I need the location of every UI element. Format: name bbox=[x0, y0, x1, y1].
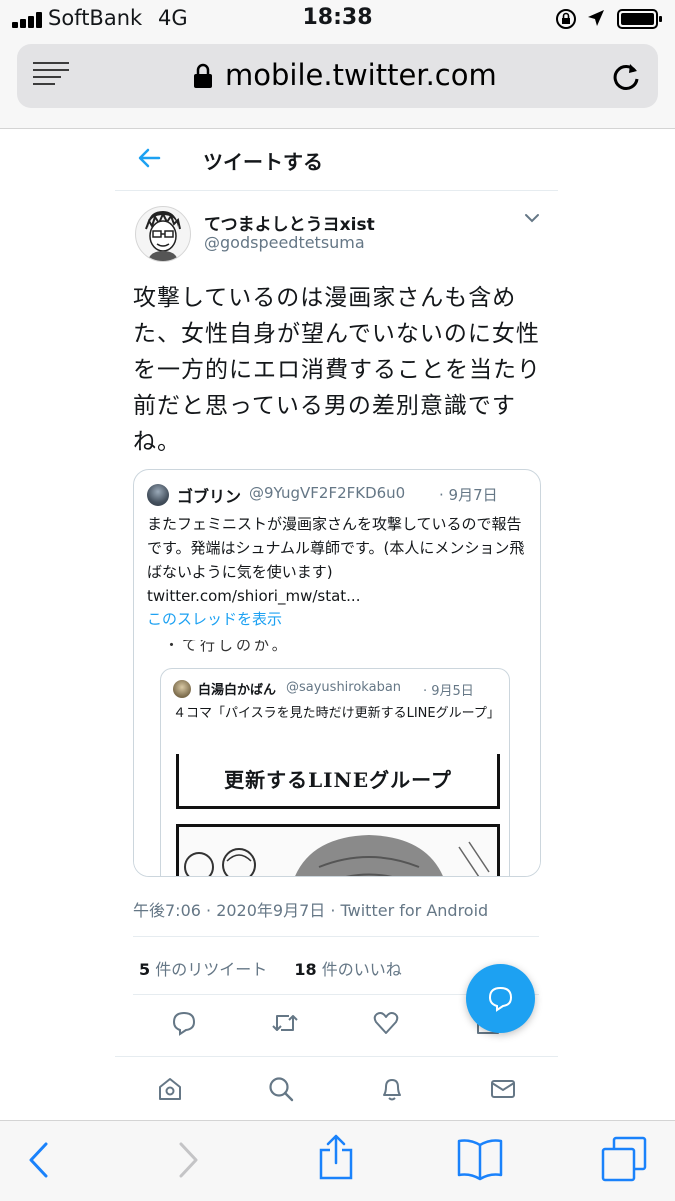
quoted-author-avatar bbox=[147, 484, 169, 506]
reader-menu-icon[interactable] bbox=[33, 62, 73, 92]
quoted-text: またフェミニストが漫画家さんを攻撃しているので報告です。発端はシュナムル尊師です… bbox=[147, 515, 525, 605]
bookmarks-icon[interactable] bbox=[456, 1137, 504, 1181]
lock-icon bbox=[194, 63, 212, 88]
like-label[interactable]: 件のいいね bbox=[322, 960, 402, 979]
reply-icon[interactable] bbox=[171, 1010, 197, 1036]
messages-icon[interactable] bbox=[489, 1075, 517, 1103]
author-name[interactable]: てつまよしとうヨxist bbox=[204, 210, 375, 235]
like-icon[interactable] bbox=[373, 1010, 399, 1036]
retweet-count[interactable]: 5 bbox=[139, 960, 150, 979]
manga-image: 更新するLINEグループ bbox=[161, 754, 509, 876]
tweet-timestamp: 午後7:06 · 2020年9月7日 · Twitter for Android bbox=[133, 901, 489, 920]
page-header: ツイートする bbox=[115, 128, 558, 191]
reload-icon[interactable] bbox=[611, 60, 641, 92]
notifications-icon[interactable] bbox=[378, 1075, 406, 1103]
url-text[interactable]: mobile.twitter.com bbox=[225, 58, 497, 92]
compose-icon bbox=[488, 986, 513, 1012]
browser-address-area: mobile.twitter.com bbox=[0, 38, 675, 129]
nested-author-name: 白湯白かばん bbox=[198, 683, 277, 698]
browser-toolbar bbox=[0, 1120, 675, 1201]
twitter-bottom-nav bbox=[115, 1056, 558, 1123]
nested-author-avatar bbox=[173, 680, 191, 698]
retweet-icon[interactable] bbox=[271, 1010, 299, 1036]
chevron-down-icon[interactable] bbox=[524, 212, 540, 224]
manga-title: 更新するLINEグループ bbox=[224, 768, 452, 792]
address-bar[interactable]: mobile.twitter.com bbox=[17, 44, 658, 108]
quoted-author-handle: @9YugVF2F2FKD6u0 bbox=[249, 484, 406, 502]
nested-text: ４コマ「パイスラを見た時だけ更新するLINEグループ」 bbox=[173, 706, 500, 721]
tabs-icon[interactable] bbox=[600, 1135, 648, 1183]
home-icon[interactable] bbox=[156, 1075, 184, 1103]
nested-quoted-tweet[interactable]: 白湯白かばん @sayushirokaban · 9月5日 ４コマ「パイスラを見… bbox=[160, 668, 510, 876]
back-arrow-icon[interactable] bbox=[137, 148, 161, 168]
nested-date: · 9月5日 bbox=[423, 684, 474, 699]
manga-panel bbox=[176, 824, 500, 876]
quoted-author-name: ゴブリン bbox=[177, 487, 242, 506]
battery-icon bbox=[617, 9, 662, 29]
quoted-media: ・て行しのか。 白湯白かばん @sayushirokaban · 9月5日 ４コ… bbox=[134, 640, 540, 876]
search-icon[interactable] bbox=[267, 1075, 295, 1103]
browser-back-icon[interactable] bbox=[26, 1141, 50, 1179]
show-thread-link[interactable]: このスレッドを表示 bbox=[147, 608, 282, 629]
page-title: ツイートする bbox=[203, 150, 323, 174]
author-avatar[interactable] bbox=[135, 206, 191, 262]
share-sheet-icon[interactable] bbox=[318, 1133, 354, 1181]
location-icon bbox=[588, 10, 604, 26]
media-cut-text: ・て行しのか。 bbox=[164, 640, 290, 654]
compose-button[interactable] bbox=[466, 964, 535, 1033]
nested-author-handle: @sayushirokaban bbox=[286, 680, 402, 695]
rotation-lock-icon bbox=[556, 9, 576, 29]
browser-forward-icon[interactable] bbox=[177, 1141, 201, 1179]
like-count[interactable]: 18 bbox=[294, 960, 316, 979]
quoted-tweet[interactable]: ゴブリン @9YugVF2F2FKD6u0 · 9月7日 またフェミニストが漫画… bbox=[133, 469, 541, 877]
tweet-text: 攻撃しているのは漫画家さんも含めた、女性自身が望んでいないのに女性を一方的にエロ… bbox=[133, 285, 541, 455]
divider bbox=[133, 936, 539, 937]
status-bar: SoftBank 4G 18:38 bbox=[0, 0, 675, 38]
retweet-label[interactable]: 件のリツイート bbox=[155, 960, 267, 979]
author-handle[interactable]: @godspeedtetsuma bbox=[204, 233, 365, 252]
quoted-date: · 9月7日 bbox=[439, 486, 498, 504]
tweet-page: ツイートする てつまよしとうヨxist @godspeedtetsuma 攻撃し… bbox=[115, 128, 558, 1056]
tweet-stats: 5 件のリツイート 18 件のいいね bbox=[139, 956, 402, 980]
manga-title-panel: 更新するLINEグループ bbox=[176, 754, 500, 809]
